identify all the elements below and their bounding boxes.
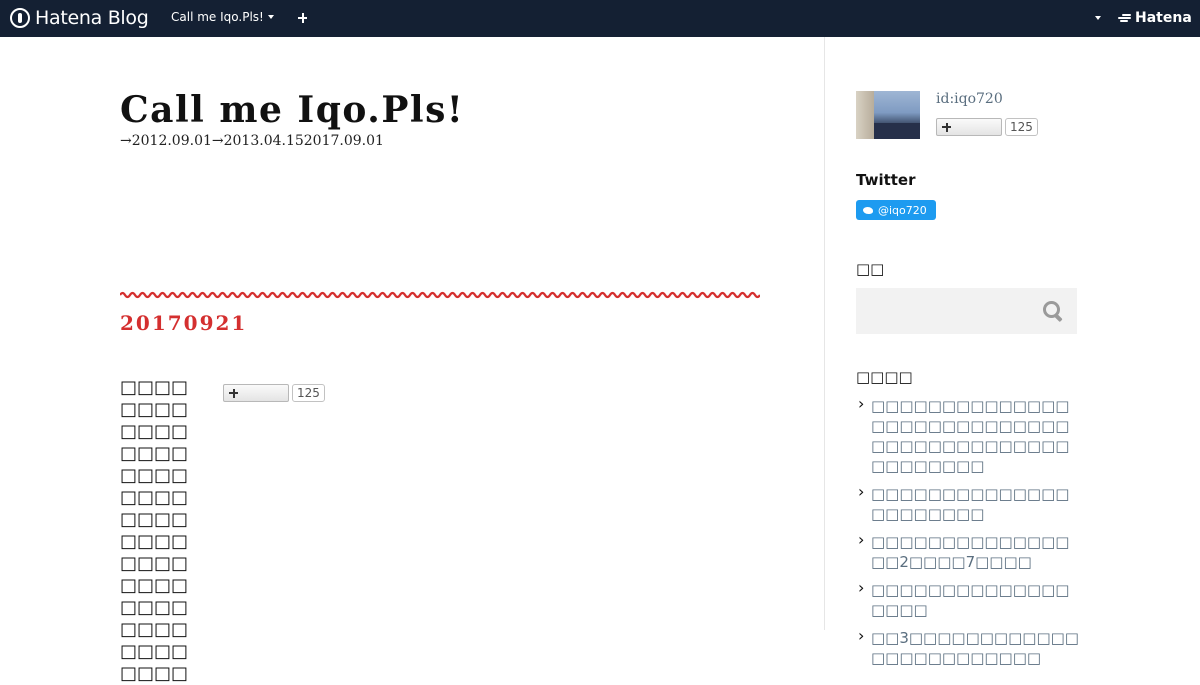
hatena-logo-icon: [1118, 13, 1132, 23]
profile-id-link[interactable]: id:iqo720: [936, 91, 1003, 107]
recent-entry: □□□□□□□□□□□□□□□□□□□□□□□□□□□□□□□□□□□□□□□□…: [856, 394, 1080, 476]
add-bookmark-button[interactable]: [223, 384, 289, 402]
recent-entry-link[interactable]: □□□□□□□□□□□□□□□□□□: [871, 581, 1069, 619]
recent-entries-heading: □□□□: [856, 368, 913, 386]
twitter-follow-button[interactable]: @iqo720: [856, 200, 936, 220]
plus-icon[interactable]: [296, 9, 310, 27]
blog-menu-label: Call me Iqo.Pls!: [171, 10, 264, 24]
global-header: Hatena Blog Call me Iqo.Pls! Hatena: [0, 0, 1200, 37]
twitter-heading: Twitter: [856, 171, 916, 189]
recent-entry-link[interactable]: □□□□□□□□□□□□□□□□2□□□□7□□□□: [871, 533, 1069, 571]
recent-entry-link[interactable]: □□□□□□□□□□□□□□□□□□□□□□: [871, 485, 1069, 523]
twitter-bird-icon: [862, 205, 874, 215]
recent-entry: □□□□□□□□□□□□□□□□□□: [856, 578, 1080, 620]
main-content: Call me Iqo.Pls! →2012.09.01→2013.04.152…: [0, 37, 824, 684]
recent-entries-list: □□□□□□□□□□□□□□□□□□□□□□□□□□□□□□□□□□□□□□□□…: [856, 394, 1080, 676]
recent-entry-link[interactable]: □□□□□□□□□□□□□□□□□□□□□□□□□□□□□□□□□□□□□□□□…: [871, 397, 1069, 475]
bookmark-count[interactable]: 125: [1005, 118, 1038, 136]
search-icon[interactable]: [1040, 298, 1066, 324]
hatena-logo[interactable]: Hatena: [1118, 10, 1192, 26]
sidebar-divider: [824, 37, 825, 630]
entry-bookmark: 125: [223, 384, 325, 402]
bookmark-count[interactable]: 125: [292, 384, 325, 402]
entry-body: □□□□□□□□□□□□□□□□□□□□□□□□□□□□□□□□□□□□□□□□…: [120, 377, 189, 684]
blog-menu-dropdown[interactable]: Call me Iqo.Pls!: [171, 10, 274, 24]
recent-entry-link[interactable]: □□3□□□□□□□□□□□□□□□□□□□□□□□□: [871, 629, 1079, 667]
wavy-divider: [120, 291, 760, 299]
chevron-down-icon: [267, 15, 274, 19]
logo-text: Hatena Blog: [35, 7, 149, 29]
blog-description: →2012.09.01→2013.04.152017.09.01: [120, 133, 384, 149]
blog-title[interactable]: Call me Iqo.Pls!: [120, 89, 464, 131]
entry-title[interactable]: 20170921: [120, 311, 247, 335]
hatena-blog-logo[interactable]: Hatena Blog: [10, 6, 149, 30]
twitter-follow-label: @iqo720: [878, 203, 927, 217]
recent-entry: □□□□□□□□□□□□□□□□□□□□□□: [856, 482, 1080, 524]
avatar[interactable]: [856, 91, 920, 139]
hatena-logo-text: Hatena: [1135, 10, 1192, 26]
search-input[interactable]: [856, 288, 1036, 334]
user-menu-chevron-down-icon[interactable]: [1095, 16, 1101, 20]
recent-entry: □□3□□□□□□□□□□□□□□□□□□□□□□□□: [856, 626, 1080, 668]
add-bookmark-button[interactable]: [936, 118, 1002, 136]
profile-bookmark: 125: [936, 118, 1038, 136]
search-heading: □□: [856, 260, 885, 278]
hatena-blog-logo-icon: [10, 8, 30, 28]
recent-entry: □□□□□□□□□□□□□□□□2□□□□7□□□□: [856, 530, 1080, 572]
